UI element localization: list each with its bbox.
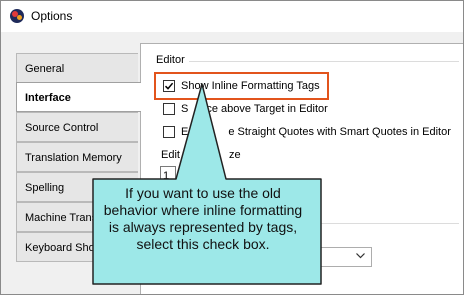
callout-text: If you want to use the old behavior wher…: [103, 185, 303, 252]
tab-interface[interactable]: Interface: [16, 82, 141, 112]
options-window: Options General Interface Source Control…: [0, 0, 464, 295]
